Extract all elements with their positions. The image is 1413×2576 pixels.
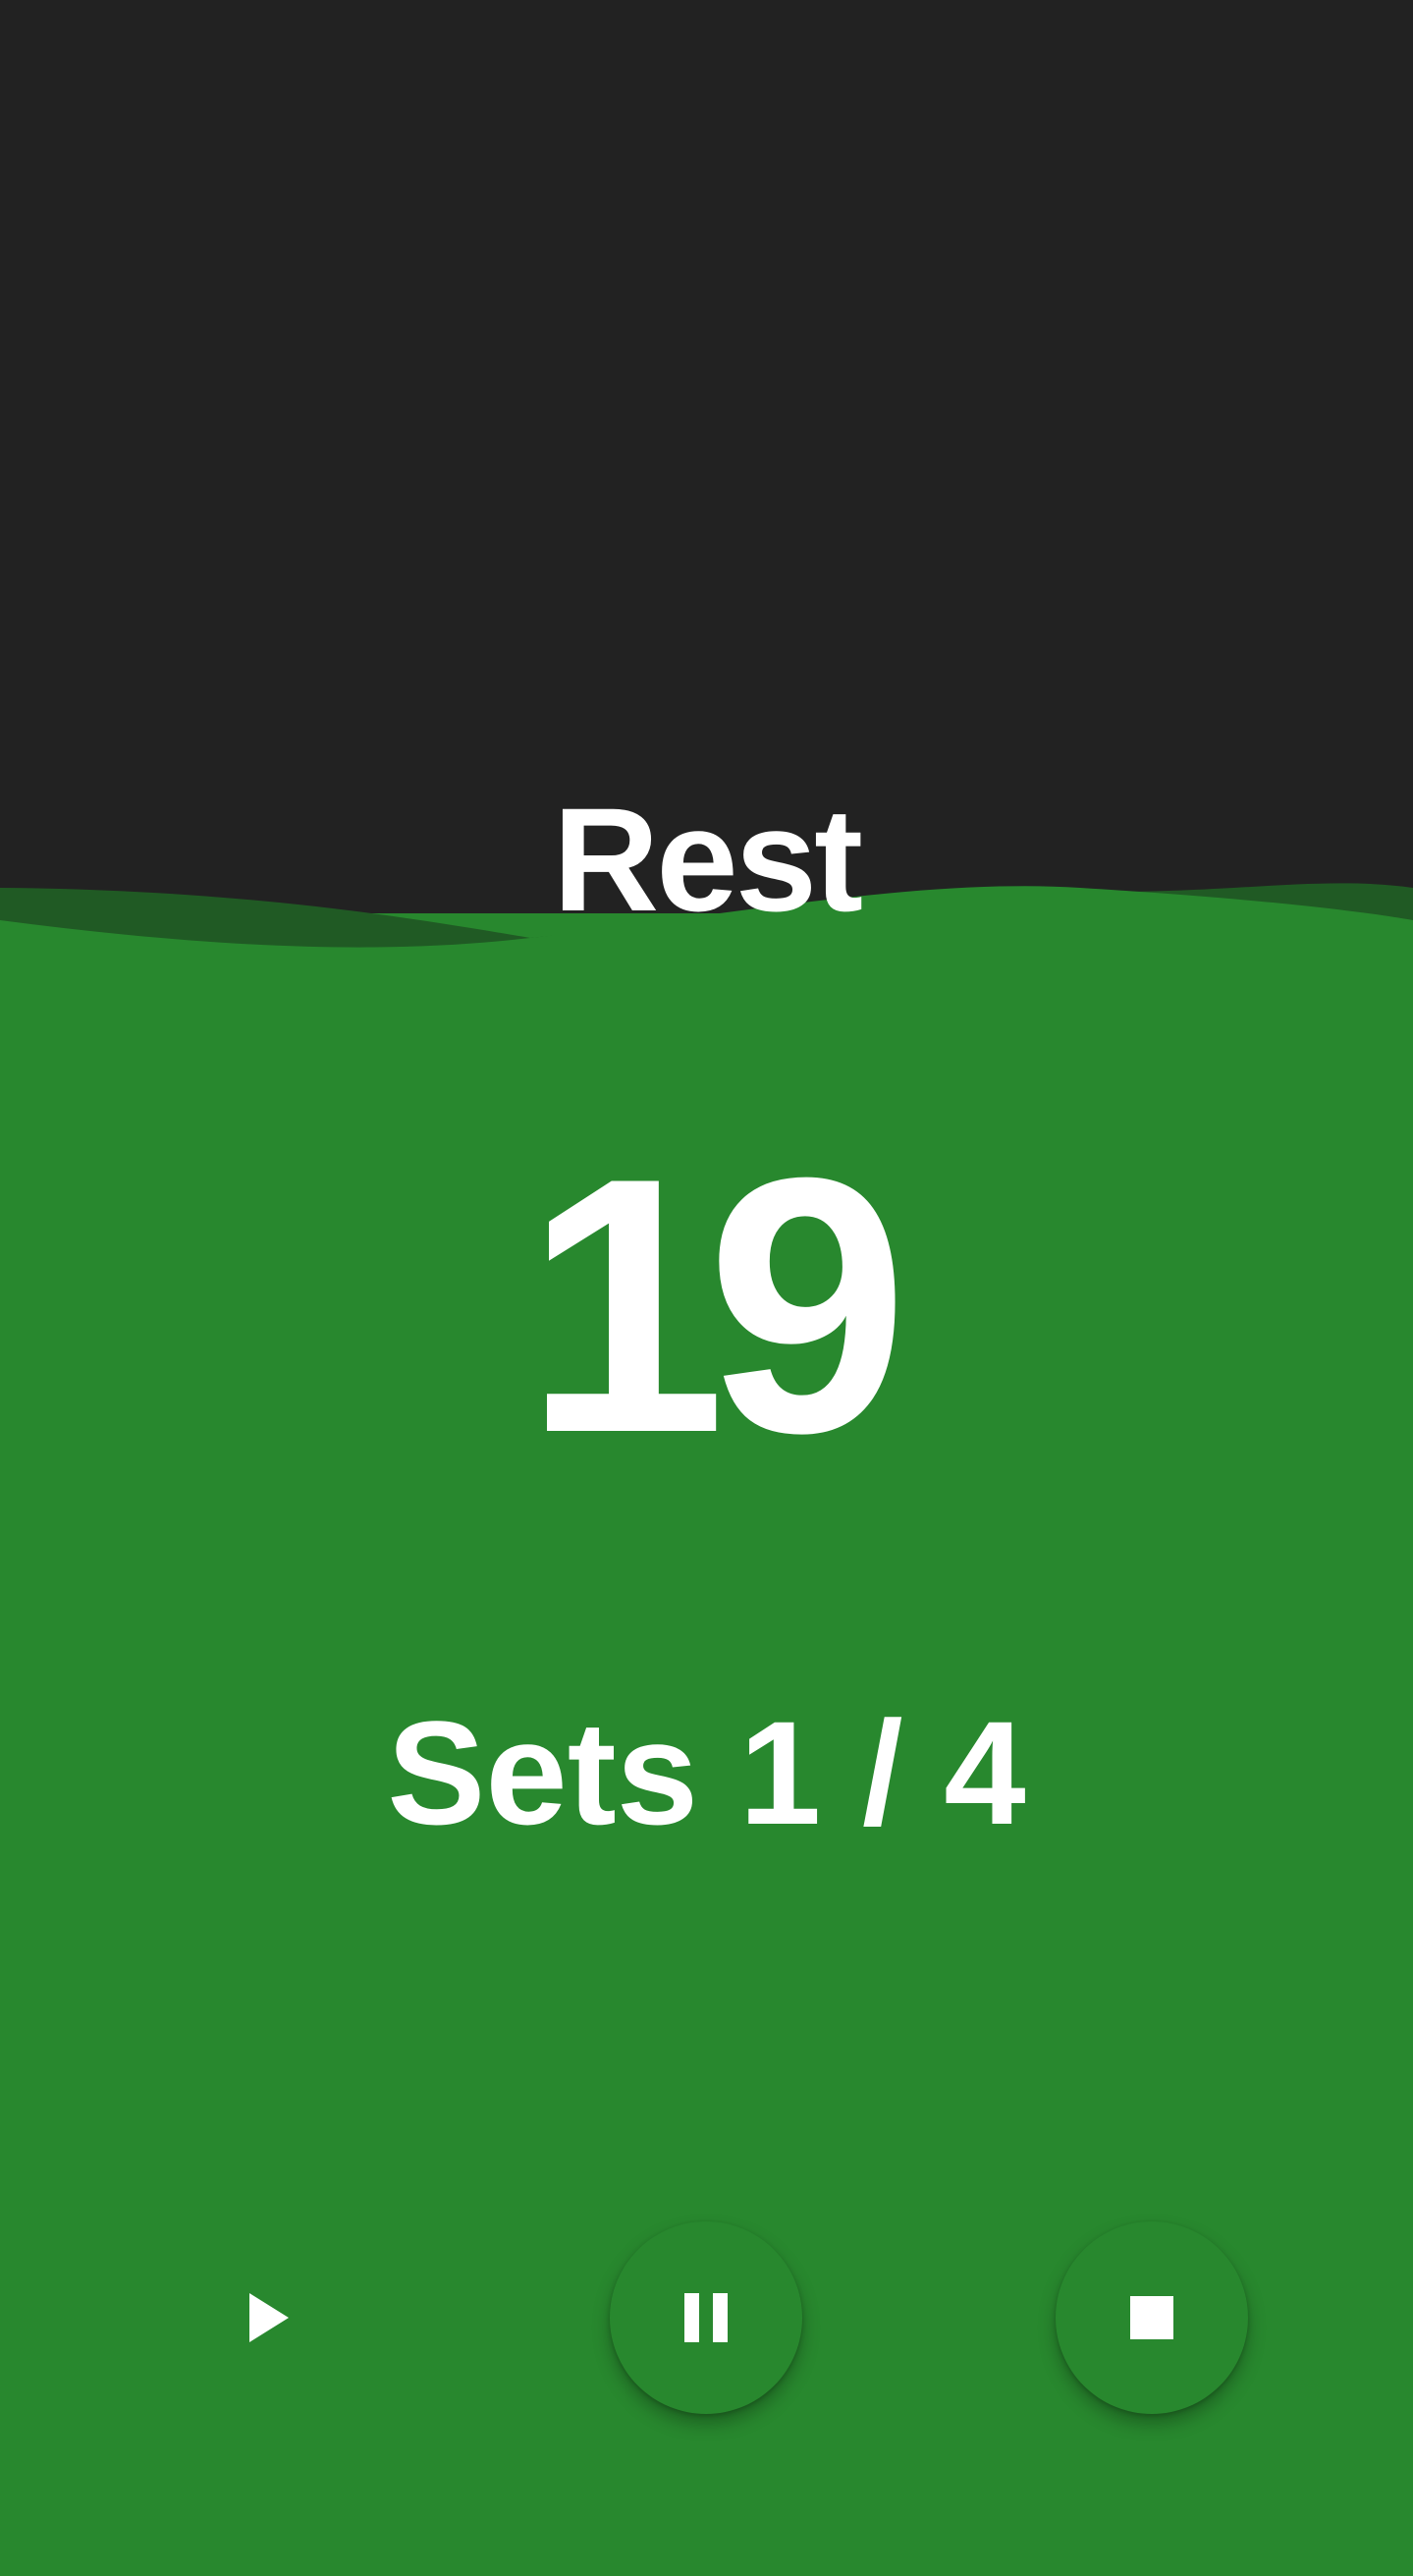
phase-label: Rest [552, 777, 863, 942]
timer-screen: Rest 19 Sets 1 / 4 [0, 0, 1413, 2576]
play-icon [249, 2293, 289, 2342]
pause-icon [684, 2293, 728, 2342]
pause-button[interactable] [610, 2221, 802, 2414]
sets-counter: Sets 1 / 4 [387, 1690, 1026, 1855]
stop-icon [1130, 2296, 1173, 2339]
stop-button[interactable] [1056, 2221, 1248, 2414]
control-bar [0, 2221, 1413, 2414]
countdown-value: 19 [523, 1103, 909, 1508]
play-button[interactable] [169, 2221, 361, 2414]
